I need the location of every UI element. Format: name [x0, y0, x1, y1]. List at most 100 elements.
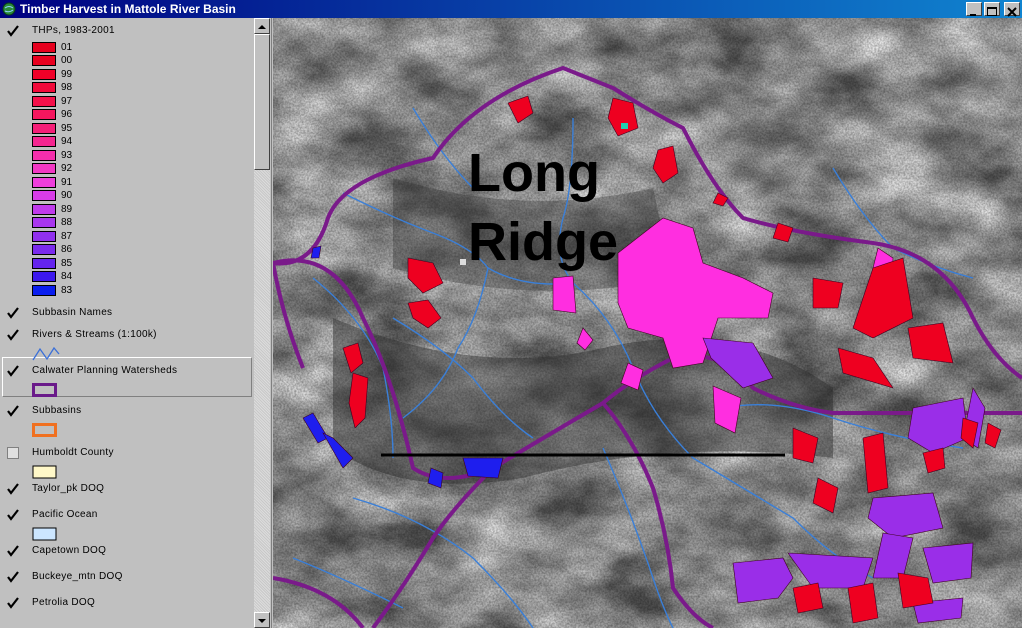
aerial-map [273, 18, 1022, 628]
thp-polygon [812, 277, 844, 309]
legend-class-label: 88 [61, 217, 73, 228]
checkbox-checked-icon[interactable] [6, 508, 20, 522]
maximize-button[interactable] [984, 2, 1000, 16]
legend-class-label: 90 [61, 190, 73, 201]
close-button[interactable] [1004, 2, 1020, 17]
legend-class-row: 89 [32, 203, 72, 215]
legend-class-row: 87 [32, 230, 72, 242]
legend-class-label: 96 [61, 109, 73, 120]
legend-swatch [32, 82, 56, 93]
legend-class-row: 88 [32, 217, 72, 229]
thp-polygon [462, 457, 504, 479]
layer-label: Rivers & Streams (1:100k) [32, 329, 157, 340]
layer-label: THPs, 1983-2001 [32, 25, 115, 36]
thp-polygon [847, 582, 879, 624]
legend-class-label: 86 [61, 244, 73, 255]
legend-class-label: 95 [61, 122, 73, 134]
legend-class-label: 01 [61, 41, 73, 53]
layer-label: Petrolia DOQ [32, 597, 96, 608]
map-marker [460, 259, 466, 265]
legend-swatch [32, 163, 56, 174]
legend-class-label: 84 [61, 271, 73, 282]
legend-swatch [32, 230, 56, 242]
legend-class-row: 99 [32, 68, 72, 80]
globe-icon [2, 2, 16, 16]
legend-class-label: 94 [61, 136, 73, 147]
legend-class-row: 90 [32, 190, 72, 202]
legend-class-label: 97 [61, 95, 73, 107]
thp-polygon [552, 275, 577, 314]
legend-class-label: 87 [61, 230, 73, 242]
legend-class-row: 84 [32, 271, 72, 283]
legend-class-label: 93 [61, 149, 73, 161]
window-title: Timber Harvest in Mattole River Basin [20, 2, 236, 16]
legend-swatch [32, 109, 56, 120]
thp-polygon [897, 572, 934, 609]
stream-line-symbol [32, 346, 60, 361]
legend-class-label: 89 [61, 203, 73, 215]
outline-box-symbol [32, 383, 57, 397]
title-bar[interactable]: Timber Harvest in Mattole River Basin [0, 0, 1022, 18]
map-label-line2: Ridge [468, 212, 619, 272]
legend-class-label: 98 [61, 82, 73, 93]
layer-label: Subbasins [32, 405, 82, 416]
scroll-thumb[interactable] [254, 34, 270, 170]
legend-swatch [32, 41, 56, 53]
legend-class-label: 83 [61, 284, 73, 296]
map-view[interactable]: Long Ridge [273, 18, 1022, 628]
legend-swatch [32, 217, 56, 228]
legend-swatch [32, 244, 56, 255]
legend-class-row: 95 [32, 122, 72, 134]
legend-swatch [32, 136, 56, 147]
checkbox-checked-icon[interactable] [6, 24, 20, 38]
legend-class-row: 97 [32, 95, 72, 107]
checkbox-checked-icon[interactable] [6, 482, 20, 496]
legend-swatch [32, 122, 56, 134]
checkbox-checked-icon[interactable] [6, 544, 20, 558]
checkbox-checked-icon[interactable] [6, 328, 20, 342]
legend-class-label: 85 [61, 257, 73, 269]
minimize-button[interactable] [966, 2, 982, 16]
checkbox-checked-icon[interactable] [6, 306, 20, 320]
legend-swatch [32, 203, 56, 215]
fill-box-symbol [32, 527, 57, 541]
outline-box-symbol [32, 423, 57, 437]
legend-class-label: 00 [61, 55, 73, 66]
checkbox-checked-icon[interactable] [6, 570, 20, 584]
layer-label: Subbasin Names [32, 307, 113, 318]
legend-class-row: 93 [32, 149, 72, 161]
legend-class-row: 98 [32, 82, 72, 94]
legend-class-row: 00 [32, 55, 72, 67]
legend-class-row: 83 [32, 284, 72, 296]
legend-scrollbar[interactable] [254, 18, 270, 628]
legend-panel: THPs, 1983-2001 01 00 99 98 97 96 95 94 93 92 91 90… [0, 18, 272, 628]
checkbox-checked-icon[interactable] [6, 596, 20, 610]
legend-class-row: 96 [32, 109, 72, 121]
legend-class-row: 94 [32, 136, 72, 148]
legend-swatch [32, 68, 56, 80]
legend-swatch [32, 149, 56, 161]
layer-label: Buckeye_mtn DOQ [32, 571, 123, 582]
legend-class-label: 92 [61, 163, 73, 174]
legend-swatch [32, 284, 56, 296]
checkbox-checked-icon[interactable] [6, 364, 20, 378]
scroll-down-button[interactable] [254, 612, 270, 628]
scroll-up-button[interactable] [254, 18, 270, 34]
legend-swatch [32, 190, 56, 201]
legend-class-label: 99 [61, 68, 73, 80]
checkbox-checked-icon[interactable] [6, 404, 20, 418]
layer-label: Calwater Planning Watersheds [32, 365, 178, 376]
legend-list: THPs, 1983-2001 01 00 99 98 97 96 95 94 93 92 91 90… [0, 18, 254, 628]
legend-class-row: 01 [32, 41, 72, 53]
layer-label: Humboldt County [32, 447, 114, 458]
legend-class-row: 91 [32, 176, 72, 188]
layer-label: Capetown DOQ [32, 545, 107, 556]
layer-label: Pacific Ocean [32, 509, 98, 520]
layer-label: Taylor_pk DOQ [32, 483, 105, 494]
map-marker [621, 123, 628, 129]
legend-class-row: 92 [32, 163, 72, 175]
fill-box-symbol [32, 465, 57, 479]
map-label-line1: Long [468, 143, 600, 203]
legend-swatch [32, 95, 56, 107]
checkbox-unchecked-icon[interactable] [6, 446, 20, 460]
